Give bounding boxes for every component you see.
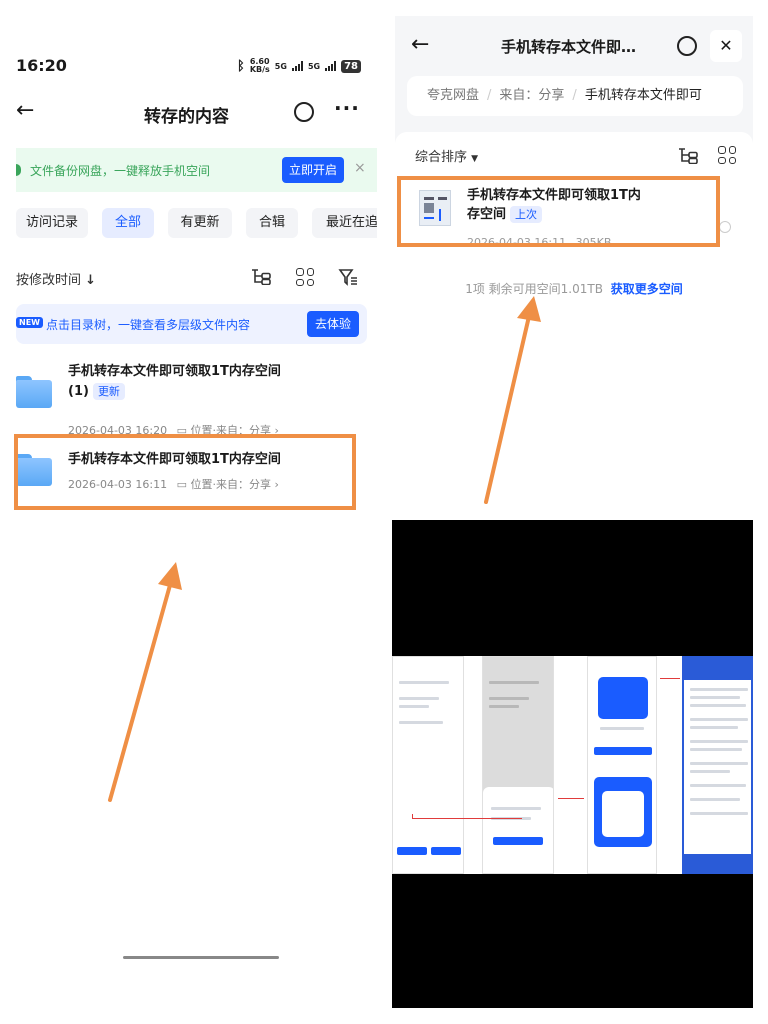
breadcrumb-root[interactable]: 夸克网盘 [427, 88, 479, 103]
battery-level: 78 [341, 59, 361, 73]
remaining-space: 剩余可用空间1.01TB [488, 282, 603, 296]
mini-screen-1 [392, 656, 464, 874]
speed-unit: KB/s [249, 65, 270, 74]
bluetooth-icon: ᛒ [237, 58, 245, 74]
tip-text: 点击目录树，一键查看多层级文件内容 [46, 318, 251, 332]
mini-screen-2 [482, 656, 554, 874]
sort-dropdown[interactable]: 综合排序 ▼ [415, 146, 478, 165]
back-arrow-icon[interactable]: ← [411, 32, 429, 57]
speed-readout: 6.60 KB/s [250, 58, 270, 74]
close-icon[interactable]: ✕ [710, 30, 742, 62]
item-count: 1项 [465, 282, 485, 296]
caret-down-icon: ▼ [471, 154, 479, 164]
tree-icon[interactable] [677, 146, 699, 164]
chip-following[interactable]: 最近在追 [312, 208, 377, 238]
close-icon[interactable]: × [354, 160, 366, 176]
file-name-line2: (1) [68, 384, 89, 399]
highlight-box-right [397, 176, 720, 247]
sort-label[interactable]: 按修改时间 ↓ [16, 269, 96, 288]
file-name: 手机转存本文件即可领取1T内存空间 (1) 更新 [68, 362, 281, 402]
search-icon[interactable] [294, 102, 314, 122]
sort-label: 综合排序 [415, 150, 468, 165]
breadcrumb-source[interactable]: 来自：分享 [499, 88, 564, 103]
sort-label-text: 按修改时间 [16, 273, 82, 288]
more-icon[interactable]: ··· [334, 96, 360, 120]
chip-all[interactable]: 全部 [102, 208, 154, 238]
signal-icon [291, 61, 303, 71]
tree-icon[interactable] [250, 267, 272, 285]
banner-text: 文件备份网盘，一键释放手机空间 [30, 164, 211, 178]
breadcrumb-separator: / [572, 88, 577, 103]
sort-down-icon: ↓ [85, 273, 97, 288]
update-badge: 更新 [92, 383, 125, 400]
right-top-screenshot: ← 手机转存本文件即… ✕ 夸克网盘 / 来自：分享 / 手机转存本文件即可 综合排序 … [395, 16, 753, 316]
left-screenshot: 16:20 ᛒ 6.60 KB/s 5G 5G 78 ← 转存的内容 ··· 文… [16, 44, 377, 1024]
select-radio[interactable] [719, 221, 731, 233]
mini-screenshots-strip [392, 656, 753, 874]
nav-bar: ← 转存的内容 ··· [16, 94, 377, 130]
file-row[interactable]: 手机转存本文件即可领取1T内存空间 (1) 更新 2026-04-03 16:20… [16, 362, 377, 437]
try-button[interactable]: 去体验 [307, 311, 359, 337]
chip-updated[interactable]: 有更新 [168, 208, 232, 238]
breadcrumb-separator: / [487, 88, 492, 103]
breadcrumb: 夸克网盘 / 来自：分享 / 手机转存本文件即可 [407, 76, 743, 116]
arrow-right [484, 296, 541, 504]
chip-collection[interactable]: 合辑 [246, 208, 298, 238]
get-more-space-link[interactable]: 获取更多空间 [611, 282, 683, 296]
mini-screen-3 [587, 656, 657, 874]
folder-icon [16, 376, 52, 408]
right-bottom-screenshot [392, 520, 753, 1008]
signal-icon [325, 61, 337, 71]
backup-banner: 文件备份网盘，一键释放手机空间 立即开启 × [16, 148, 377, 192]
mini-screen-4 [682, 656, 753, 874]
nav-bar: ← 手机转存本文件即… ✕ [395, 30, 753, 62]
net-label-1: 5G [274, 61, 287, 71]
grid-icon[interactable] [718, 146, 736, 164]
chip-history[interactable]: 访问记录 [16, 208, 88, 238]
highlight-box-left [14, 434, 356, 510]
filter-chips: 访问记录 全部 有更新 合辑 最近在追 [16, 208, 377, 240]
file-name-line1: 手机转存本文件即可领取1T内存空间 [68, 364, 281, 379]
grid-icon[interactable] [296, 268, 314, 286]
net-label-2: 5G [307, 61, 321, 71]
search-icon[interactable] [677, 36, 697, 56]
status-time: 16:20 [16, 56, 67, 75]
directory-tree-tip: NEW 点击目录树，一键查看多层级文件内容 去体验 [16, 304, 367, 344]
enable-now-button[interactable]: 立即开启 [282, 157, 344, 183]
sort-bar: 按修改时间 ↓ [16, 266, 377, 290]
breadcrumb-current: 手机转存本文件即可 [584, 88, 702, 103]
new-badge: NEW [16, 317, 43, 328]
status-icons: ᛒ 6.60 KB/s 5G 5G 78 [237, 58, 361, 74]
page-title: 手机转存本文件即… [501, 38, 637, 56]
home-indicator[interactable] [123, 956, 279, 959]
storage-footer: 1项 剩余可用空间1.01TB 获取更多空间 [395, 280, 753, 297]
status-bar: 16:20 ᛒ 6.60 KB/s 5G 5G 78 [16, 56, 377, 78]
banner-shield-icon [16, 164, 21, 176]
filter-icon[interactable] [338, 267, 358, 287]
